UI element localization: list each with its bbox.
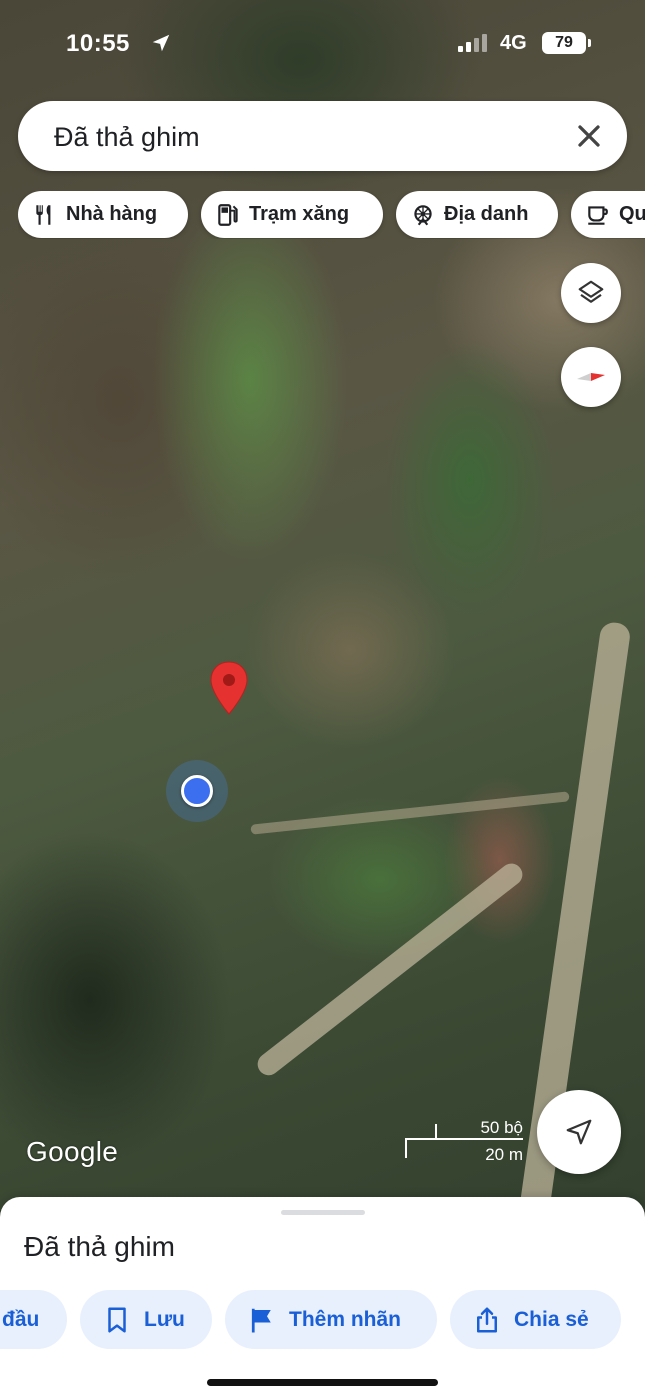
google-logo: Google <box>26 1136 119 1167</box>
bookmark-icon <box>108 1307 126 1332</box>
directions-button[interactable]: đầu <box>0 1290 67 1349</box>
home-indicator[interactable] <box>207 1379 438 1386</box>
layers-button[interactable] <box>561 263 621 323</box>
chip-landmarks[interactable]: Địa danh <box>396 191 558 238</box>
signal-icon <box>458 34 487 52</box>
map-scale: 50 bộ 20 m <box>405 1118 525 1164</box>
status-bar: 10:55 4G 79 <box>0 28 645 62</box>
flag-icon <box>251 1308 271 1332</box>
chip-label: Trạm xăng <box>249 203 350 225</box>
place-title: Đã thả ghim <box>24 1231 175 1262</box>
chip-label: Qu <box>619 203 645 225</box>
share-icon <box>477 1307 497 1332</box>
map-road <box>253 859 527 1080</box>
action-label: Lưu <box>144 1307 185 1331</box>
sheet-drag-handle[interactable] <box>281 1210 365 1215</box>
compass-icon <box>577 373 605 381</box>
save-button[interactable]: Lưu <box>80 1290 212 1349</box>
battery-icon: 79 <box>542 32 591 54</box>
action-buttons: đầu Lưu Thêm nhãn Chia sẻ <box>0 1290 645 1350</box>
place-bottom-sheet[interactable]: Đã thả ghim đầu Lưu Thêm nhãn Chia sẻ <box>0 1197 645 1398</box>
scale-tick <box>435 1124 437 1138</box>
coffee-icon <box>588 205 608 225</box>
scale-bar <box>405 1138 523 1140</box>
location-arrow-icon <box>152 34 170 52</box>
network-type: 4G <box>500 32 527 54</box>
search-bar[interactable]: Đã thả ghim <box>18 101 627 171</box>
scale-tick <box>405 1138 407 1158</box>
status-time: 10:55 <box>66 30 130 57</box>
landmark-icon <box>414 204 432 225</box>
dropped-pin-icon[interactable] <box>208 660 250 716</box>
layers-icon <box>578 280 604 303</box>
close-icon[interactable] <box>571 118 607 154</box>
current-location-dot[interactable] <box>181 775 213 807</box>
action-label: Chia sẻ <box>514 1307 589 1331</box>
action-label: Thêm nhãn <box>289 1307 402 1331</box>
gas-station-icon <box>218 203 238 226</box>
map-road <box>250 791 570 835</box>
chip-gas-stations[interactable]: Trạm xăng <box>201 191 383 238</box>
chip-label: Nhà hàng <box>66 203 158 225</box>
restaurant-icon <box>36 204 51 225</box>
chip-coffee[interactable]: Qu <box>571 191 645 238</box>
add-label-button[interactable]: Thêm nhãn <box>225 1290 437 1349</box>
satellite-map[interactable] <box>0 0 645 1210</box>
compass-button[interactable] <box>561 347 621 407</box>
scale-metric: 20 m <box>485 1145 523 1164</box>
my-location-button[interactable] <box>537 1090 621 1174</box>
scale-imperial: 50 bộ <box>480 1118 523 1137</box>
search-query[interactable]: Đã thả ghim <box>54 122 200 153</box>
action-label: đầu <box>2 1307 40 1331</box>
share-button[interactable]: Chia sẻ <box>450 1290 621 1349</box>
chip-restaurants[interactable]: Nhà hàng <box>18 191 188 238</box>
category-chips: Nhà hàng Trạm xăng Địa danh Qu <box>18 191 645 239</box>
navigation-arrow-icon <box>566 1119 592 1145</box>
chip-label: Địa danh <box>444 203 529 225</box>
